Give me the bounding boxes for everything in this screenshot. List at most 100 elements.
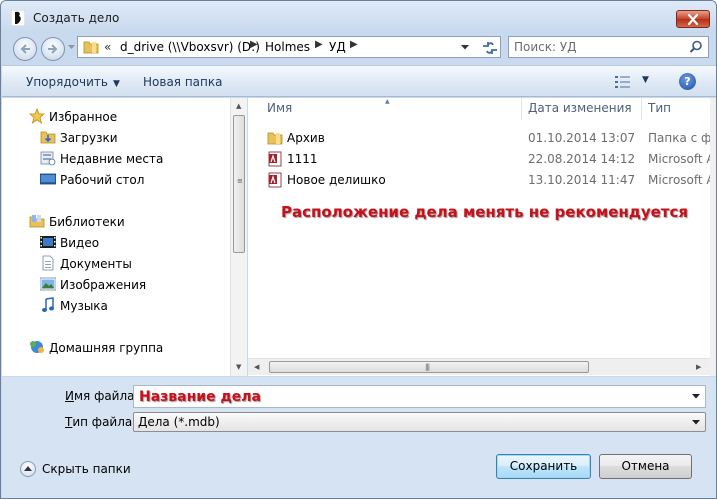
nav-recent-places[interactable]: Недавние места	[60, 152, 163, 166]
breadcrumb-separator-icon[interactable]: ▶	[250, 39, 258, 50]
breadcrumb-separator-icon[interactable]: ▶	[350, 39, 358, 50]
music-library-icon	[42, 297, 54, 312]
navigation-pane: Избранное Загрузки Недавние места Рабочи…	[2, 98, 247, 376]
title-bar: Создать дело	[1, 1, 716, 33]
nav-video[interactable]: Видео	[60, 236, 99, 250]
view-options-icon[interactable]	[614, 74, 632, 90]
file-row[interactable]: 1111 22.08.2014 14:12 Microsoft A	[248, 149, 710, 170]
access-db-icon	[268, 151, 282, 167]
recent-places-icon	[40, 151, 56, 166]
file-name: 1111	[287, 152, 318, 166]
breadcrumb-holmes[interactable]: Holmes	[265, 40, 310, 54]
file-type: Microsoft A	[648, 152, 710, 166]
file-type: Microsoft A	[648, 173, 710, 187]
forward-button[interactable]	[41, 37, 65, 61]
search-input[interactable]	[514, 40, 684, 54]
nav-scrollbar[interactable]: ▲ ≡ ▼	[230, 98, 247, 376]
file-date: 22.08.2014 14:12	[528, 152, 636, 166]
filetype-label: Тип файла:	[65, 415, 137, 429]
folder-icon	[267, 132, 283, 145]
grip-icon: ≡	[237, 177, 243, 185]
filename-history-dropdown-icon[interactable]	[692, 394, 700, 399]
scroll-up-icon[interactable]: ▲	[236, 102, 241, 110]
star-icon	[29, 108, 45, 124]
collapse-up-icon	[20, 461, 36, 477]
folder-icon	[83, 41, 99, 54]
save-dialog-window: Создать дело « d_drive (\\Vboxsvr) (D:) …	[0, 0, 717, 499]
nav-pictures[interactable]: Изображения	[60, 278, 146, 292]
app-logo-icon	[11, 10, 25, 26]
location-warning-annotation: Расположение дела менять не рекомендуетс…	[281, 203, 689, 221]
file-row[interactable]: Новое делишко 13.10.2014 11:47 Microsoft…	[248, 170, 710, 191]
horizontal-scroll-thumb[interactable]: |||	[269, 361, 589, 373]
new-folder-button[interactable]: Новая папка	[143, 75, 222, 89]
nav-favorites[interactable]: Избранное	[49, 110, 117, 124]
recent-pages-dropdown-icon[interactable]	[68, 45, 75, 50]
address-dropdown-icon[interactable]	[461, 45, 469, 50]
column-divider[interactable]	[521, 98, 522, 120]
search-box[interactable]	[508, 36, 709, 58]
column-header-type[interactable]: Тип	[648, 101, 671, 115]
cancel-button[interactable]: Отмена	[599, 454, 692, 479]
address-overflow-chevron[interactable]: «	[104, 40, 111, 54]
file-list-horizontal-scrollbar[interactable]: ◀ ||| ▶	[248, 358, 710, 375]
scroll-left-icon[interactable]: ◀	[254, 363, 259, 371]
help-button[interactable]: ?	[679, 73, 696, 90]
video-library-icon	[40, 236, 56, 248]
command-toolbar: Упорядочить ▼ Новая папка ▼ ?	[2, 65, 716, 97]
downloads-folder-icon	[40, 131, 56, 144]
file-name: Новое делишко	[287, 173, 386, 187]
nav-homegroup[interactable]: Домашняя группа	[49, 341, 163, 355]
nav-music[interactable]: Музыка	[60, 299, 108, 313]
pictures-library-icon	[40, 277, 56, 291]
breadcrumb-drive[interactable]: d_drive (\\Vboxsvr) (D:)	[120, 40, 260, 54]
filetype-select[interactable]: Дела (*.mdb)	[133, 412, 706, 432]
file-name: Архив	[287, 131, 325, 145]
organize-label: Упорядочить	[26, 75, 108, 89]
address-bar[interactable]: « d_drive (\\Vboxsvr) (D:) ▶ Holmes ▶ УД…	[77, 36, 501, 58]
column-header-date[interactable]: Дата изменения	[528, 101, 632, 115]
grip-icon: |||	[425, 363, 430, 371]
scroll-right-icon[interactable]: ▶	[696, 363, 701, 371]
nav-scroll-thumb[interactable]: ≡	[233, 115, 245, 253]
documents-library-icon	[42, 255, 54, 271]
filename-input[interactable]	[139, 387, 679, 406]
nav-desktop[interactable]: Рабочий стол	[60, 173, 144, 187]
scroll-down-icon[interactable]: ▼	[236, 363, 241, 371]
file-list-vertical-scrollbar[interactable]	[710, 98, 716, 376]
breadcrumb-separator-icon[interactable]: ▶	[315, 39, 323, 50]
back-button[interactable]	[13, 37, 37, 61]
search-icon[interactable]	[689, 40, 703, 54]
organize-button[interactable]: Упорядочить ▼	[26, 75, 120, 89]
view-dropdown-icon[interactable]: ▼	[642, 75, 649, 85]
column-header-name[interactable]: Имя	[267, 101, 292, 115]
arrow-left-icon	[20, 44, 30, 54]
file-date: 01.10.2014 13:07	[528, 131, 636, 145]
desktop-icon	[40, 173, 56, 185]
breadcrumb-ud[interactable]: УД	[329, 40, 346, 54]
close-button[interactable]	[676, 10, 710, 28]
homegroup-icon	[30, 341, 44, 353]
filename-field[interactable]	[133, 385, 706, 408]
filename-label: Имя файла:	[65, 389, 139, 403]
file-row[interactable]: Архив 01.10.2014 13:07 Папка с ф	[248, 128, 710, 149]
save-button[interactable]: Сохранить	[496, 454, 591, 479]
close-icon	[687, 14, 699, 25]
refresh-icon[interactable]	[479, 39, 501, 57]
chevron-down-icon[interactable]	[692, 420, 700, 425]
file-list: ▲ Имя Дата изменения Тип Архив 01.10.201…	[248, 98, 710, 376]
libraries-icon	[29, 215, 45, 228]
column-divider[interactable]	[641, 98, 642, 120]
nav-documents[interactable]: Документы	[60, 257, 132, 271]
save-form: Имя файла: Тип файла: Дела (*.mdb) Скрыт…	[2, 377, 716, 498]
access-db-icon	[268, 172, 282, 188]
arrow-right-icon	[48, 44, 58, 54]
filetype-value: Дела (*.mdb)	[138, 415, 220, 429]
chevron-down-icon: ▼	[112, 79, 120, 89]
sort-ascending-icon: ▲	[385, 98, 390, 105]
hide-folders-label: Скрыть папки	[42, 462, 131, 476]
nav-libraries[interactable]: Библиотеки	[49, 215, 125, 229]
window-title: Создать дело	[33, 11, 120, 25]
file-type: Папка с ф	[648, 131, 710, 145]
nav-downloads[interactable]: Загрузки	[60, 131, 118, 145]
